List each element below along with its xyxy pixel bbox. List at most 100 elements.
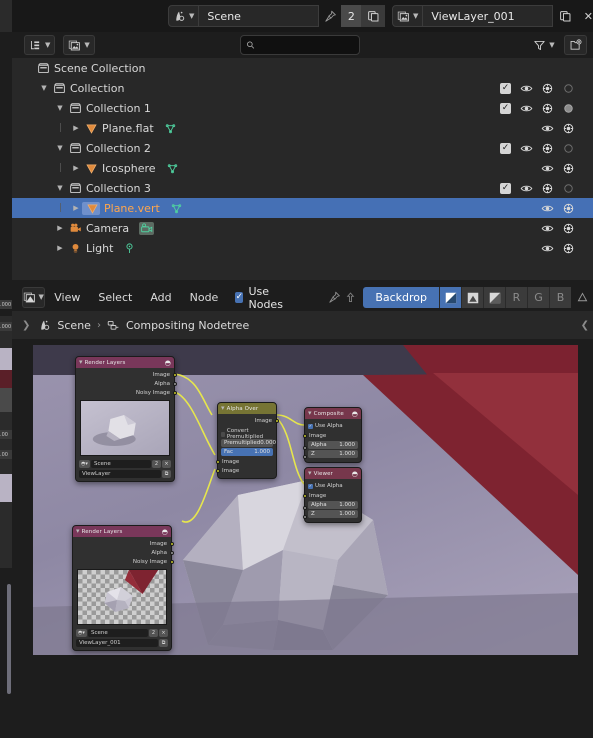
node-collapse-icon[interactable]: ▾ <box>308 470 312 477</box>
channel-color-button[interactable] <box>461 287 483 308</box>
node-render-layers-1[interactable]: ▾ Render Layers ◓ Image Alpha Noisy Imag… <box>75 356 177 482</box>
scene-users-count[interactable]: 2 <box>341 5 362 27</box>
hide-in-viewport-toggle[interactable] <box>516 98 537 118</box>
scene-pin-button[interactable] <box>319 5 341 27</box>
socket-image[interactable] <box>215 459 220 464</box>
use-alpha-toggle[interactable]: ✓ Use Alpha <box>308 482 358 490</box>
editor-type-button[interactable]: ▼ <box>22 287 46 308</box>
table-row[interactable]: · Scene Collection <box>12 58 593 78</box>
z-slider[interactable]: Z 1.000 <box>308 510 358 518</box>
disable-in-renders-toggle[interactable] <box>558 198 579 218</box>
table-row[interactable]: | ▶ Plane.flat <box>12 118 593 138</box>
socket-value[interactable] <box>302 455 307 459</box>
disclosure-triangle-down-icon[interactable]: ▼ <box>54 184 66 192</box>
socket-value[interactable] <box>169 550 174 555</box>
node-header[interactable]: ▾ Render Layers ◓ <box>73 526 171 537</box>
viewlayer-duplicate-button[interactable] <box>553 5 577 27</box>
socket-image[interactable] <box>172 372 177 377</box>
node-input-image[interactable]: Image <box>302 491 361 500</box>
disclosure-triangle-down-icon[interactable]: ▼ <box>54 104 66 112</box>
use-nodes-toggle[interactable]: ✓ Use Nodes <box>227 285 300 311</box>
outliner-search-input[interactable] <box>259 39 354 51</box>
node-collapse-icon[interactable]: ▾ <box>79 359 83 366</box>
breadcrumb-left-arrow[interactable]: ❯ <box>22 320 30 331</box>
node-scene-unlink[interactable]: × <box>162 459 171 468</box>
node-collapse-icon[interactable]: ▾ <box>76 528 80 535</box>
alpha-slider[interactable]: Alpha 1.000 <box>308 501 358 509</box>
premultiplied-slider[interactable]: Premultiplied 0.000 <box>221 439 276 447</box>
holdout-toggle[interactable] <box>558 178 579 198</box>
breadcrumb-right-arrow[interactable]: ❮ <box>581 320 589 331</box>
alpha-slider[interactable]: Alpha 1.000 <box>308 441 358 449</box>
holdout-toggle[interactable] <box>558 138 579 158</box>
use-alpha-checkbox[interactable]: ✓ <box>308 423 313 429</box>
channel-blue-button[interactable]: B <box>549 287 571 308</box>
channel-color-alpha-button[interactable] <box>439 287 461 308</box>
viewlayer-new-icon[interactable]: ⧉ <box>159 638 168 647</box>
fac-slider[interactable]: Fac 1.000 <box>221 448 273 456</box>
hide-in-viewport-toggle[interactable] <box>537 238 558 258</box>
node-input-image-1[interactable]: Image <box>215 457 276 466</box>
hide-in-viewport-toggle[interactable] <box>537 118 558 138</box>
table-row[interactable]: ▶ Camera <box>12 218 593 238</box>
node-header[interactable]: ▾ Alpha Over <box>218 403 276 414</box>
disable-in-renders-toggle[interactable] <box>558 218 579 238</box>
node-composite[interactable]: ▾ Composite ◓ ✓ Use Alpha Image Alpha 1.… <box>302 407 362 463</box>
viewlayer-remove-button[interactable]: ✕ <box>577 5 593 27</box>
menu-add[interactable]: Add <box>141 287 180 308</box>
socket-value[interactable] <box>302 515 307 519</box>
node-alpha-over[interactable]: ▾ Alpha Over Image Convert Premultiplied… <box>215 402 279 479</box>
node-collapse-icon[interactable]: ▾ <box>308 410 312 417</box>
disable-in-renders-toggle[interactable] <box>558 118 579 138</box>
hide-in-viewport-toggle[interactable] <box>516 178 537 198</box>
disable-in-renders-toggle[interactable] <box>537 138 558 158</box>
collection-enable-checkbox[interactable]: ✓ <box>495 178 516 198</box>
channel-alpha-button[interactable] <box>483 287 505 308</box>
node-output-image[interactable]: Image <box>76 370 177 379</box>
scene-browse-button[interactable]: ▼ <box>168 5 200 27</box>
socket-image[interactable] <box>169 541 174 546</box>
menu-node[interactable]: Node <box>181 287 228 308</box>
use-nodes-checkbox[interactable]: ✓ <box>235 292 244 303</box>
compositor-overlays-button[interactable] <box>571 287 593 308</box>
convert-premultiplied-toggle[interactable]: Convert Premultiplied <box>221 428 273 440</box>
table-row[interactable]: ▼ Collection 3 ✓ <box>12 178 593 198</box>
node-scene-users[interactable]: 2 <box>152 459 161 468</box>
socket-image[interactable] <box>169 559 174 564</box>
socket-image[interactable] <box>172 390 177 395</box>
socket-image[interactable] <box>274 418 279 423</box>
table-row[interactable]: ▼ Collection ✓ <box>12 78 593 98</box>
node-viewlayer-field[interactable]: ViewLayer_001 <box>76 638 158 647</box>
checkbox[interactable]: ✓ <box>500 82 511 94</box>
disclosure-triangle-right-icon[interactable]: ▶ <box>70 204 82 212</box>
node-viewer[interactable]: ▾ Viewer ◓ ✓ Use Alpha Image Alpha 1.000… <box>302 467 362 523</box>
scene-name-field[interactable]: Scene <box>199 5 320 27</box>
hide-in-viewport-toggle[interactable] <box>516 138 537 158</box>
outliner-filter-button[interactable]: ▼ <box>529 35 559 55</box>
breadcrumb-nodetree[interactable]: Compositing Nodetree <box>126 319 249 332</box>
node-scene-users[interactable]: 2 <box>149 628 158 637</box>
menu-select[interactable]: Select <box>89 287 141 308</box>
hide-in-viewport-toggle[interactable] <box>537 218 558 238</box>
use-alpha-checkbox[interactable]: ✓ <box>308 483 313 489</box>
node-scene-field[interactable]: Scene <box>88 628 148 637</box>
checkbox[interactable]: ✓ <box>500 142 511 154</box>
holdout-toggle[interactable] <box>558 78 579 98</box>
node-header[interactable]: ▾ Composite ◓ <box>305 408 361 419</box>
viewlayer-new-icon[interactable]: ⧉ <box>162 469 171 478</box>
node-render-layers-2[interactable]: ▾ Render Layers ◓ Image Alpha Noisy Imag… <box>72 525 174 651</box>
node-output-image[interactable]: Image <box>73 539 174 548</box>
outliner-display-mode-button[interactable]: ▼ <box>24 35 56 55</box>
node-output-alpha[interactable]: Alpha <box>73 548 174 557</box>
use-alpha-toggle[interactable]: ✓ Use Alpha <box>308 422 358 430</box>
viewlayer-browse-button[interactable]: ▼ <box>392 5 424 27</box>
socket-image[interactable] <box>215 468 220 473</box>
backdrop-toggle[interactable]: Backdrop <box>363 287 439 308</box>
convert-premultiplied-checkbox[interactable] <box>221 431 225 437</box>
node-scene-field[interactable]: Scene <box>91 459 151 468</box>
node-output-alpha[interactable]: Alpha <box>76 379 177 388</box>
node-input-image[interactable]: Image <box>302 431 361 440</box>
node-viewlayer-field[interactable]: ViewLayer <box>79 469 161 478</box>
outliner-id-filter-button[interactable]: ▼ <box>63 35 95 55</box>
table-row[interactable]: ▶ Light <box>12 238 593 258</box>
